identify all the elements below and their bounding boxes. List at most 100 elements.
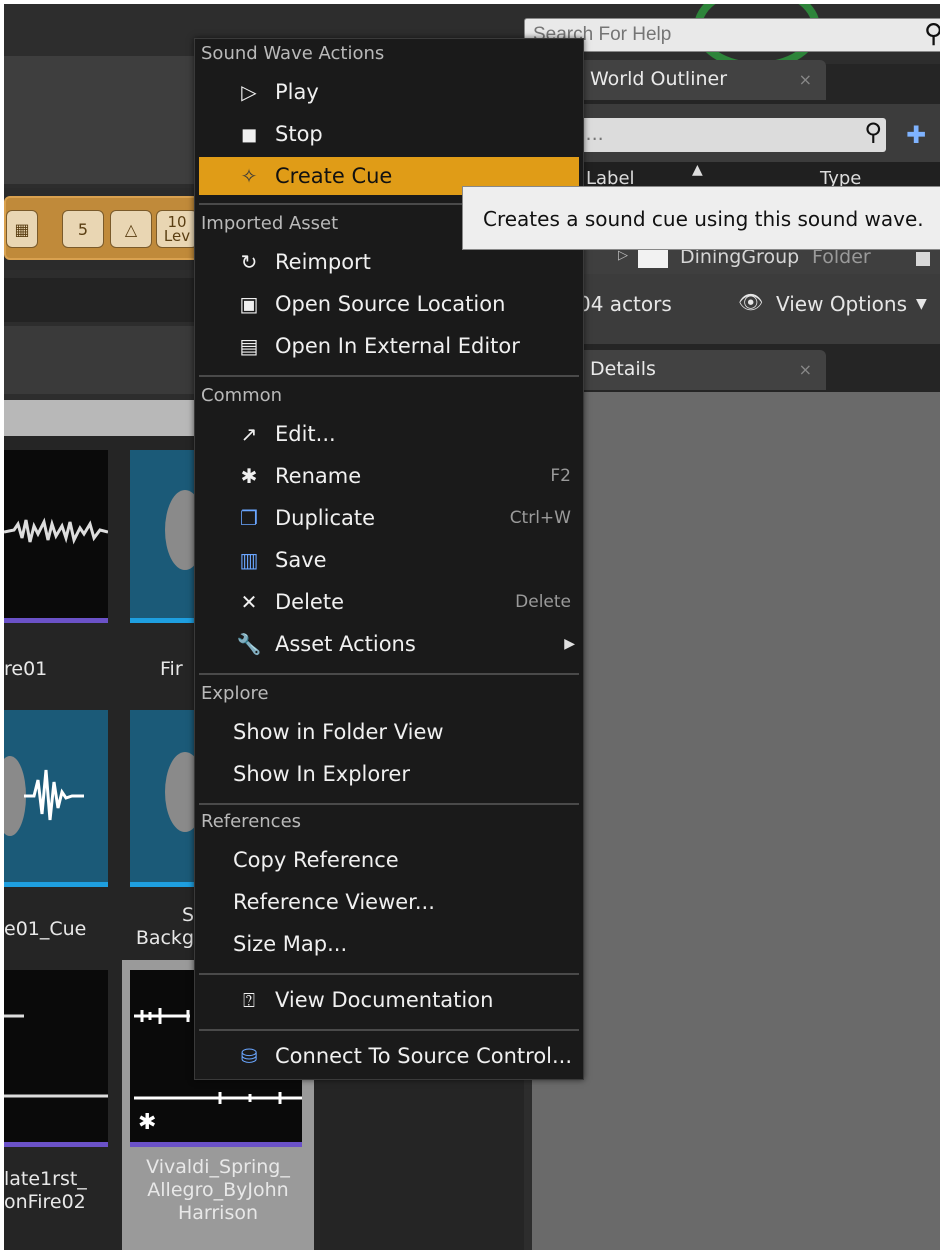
modified-asterisk-icon: ✱ — [138, 1110, 157, 1135]
asset-label: Fir — [160, 658, 183, 680]
menu-item-label: Size Map... — [233, 932, 348, 956]
asset-tile-sound-cue[interactable] — [130, 710, 205, 887]
menu-item-label: Open Source Location — [275, 292, 506, 316]
menu-divider — [199, 973, 579, 975]
help-search-input[interactable] — [531, 22, 915, 48]
outliner-search-box[interactable]: ⚲ — [536, 118, 886, 152]
shortcut-label: Delete — [515, 592, 571, 612]
sound-cue-icon: ✧ — [240, 164, 258, 188]
menu-item-label: Show In Explorer — [233, 762, 410, 786]
edit-icon: ↗ — [240, 422, 258, 446]
menu-item-connect-to-source-control[interactable]: ⛁ Connect To Source Control... — [199, 1037, 579, 1075]
close-icon[interactable]: × — [799, 360, 812, 379]
sort-ascending-icon: ▲ — [692, 162, 703, 178]
visibility-toggle[interactable] — [916, 252, 930, 266]
asset-label: e01_Cue — [4, 918, 87, 940]
menu-item-copy-reference[interactable]: Copy Reference — [199, 841, 579, 879]
shortcut-label: Ctrl+W — [509, 508, 571, 528]
help-icon: ⍰ — [243, 988, 255, 1012]
menu-item-save[interactable]: ▥ Save — [199, 541, 579, 579]
stop-icon: ◼ — [240, 122, 258, 146]
menu-divider — [199, 375, 579, 377]
tab-label: Details — [590, 358, 656, 380]
save-icon: ▥ — [239, 548, 259, 572]
details-panel-body — [532, 392, 940, 1250]
menu-item-show-in-folder-view[interactable]: Show in Folder View — [199, 713, 579, 751]
menu-item-view-documentation[interactable]: ⍰ View Documentation — [199, 981, 579, 1019]
menu-item-open-source-location[interactable]: ▣ Open Source Location — [199, 285, 579, 323]
reimport-icon: ↻ — [240, 250, 258, 274]
section-references: References — [201, 811, 302, 832]
asset-tile-sound-cue[interactable] — [4, 710, 108, 887]
play-icon: ▷ — [241, 80, 257, 104]
menu-item-open-in-external-editor[interactable]: ▤ Open In External Editor — [199, 327, 579, 365]
waveform-icon — [4, 517, 109, 545]
waveform-icon — [4, 1014, 108, 1098]
grid-snap-icon[interactable]: ▦ — [6, 210, 38, 248]
menu-item-label: Save — [275, 548, 327, 572]
menu-item-label: Edit... — [275, 422, 336, 446]
asset-tile-sound-cue[interactable] — [130, 450, 205, 623]
menu-item-label: Reference Viewer... — [233, 890, 435, 914]
section-sound-wave-actions: Sound Wave Actions — [201, 43, 385, 64]
grid-snap-value[interactable]: 5 — [62, 210, 104, 248]
asset-tile-sound-wave[interactable] — [4, 970, 108, 1147]
menu-divider — [199, 673, 579, 675]
close-icon[interactable]: × — [799, 70, 812, 89]
rotation-snap-value[interactable]: 10 Lev — [156, 210, 198, 248]
rotation-snap-icon[interactable]: △ — [110, 210, 152, 248]
asset-tile-sound-wave[interactable] — [4, 450, 109, 623]
menu-item-label: View Documentation — [275, 988, 494, 1012]
tab-details[interactable]: Details × — [578, 350, 826, 390]
menu-item-asset-actions[interactable]: 🔧 Asset Actions ▶ — [199, 625, 579, 663]
asset-label-line: Harrison — [177, 1202, 259, 1224]
menu-item-edit[interactable]: ↗ Edit... — [199, 415, 579, 453]
menu-divider — [199, 803, 579, 805]
create-cue-tooltip: Creates a sound cue using this sound wav… — [462, 186, 940, 250]
asset-label-line: onFire02 — [4, 1191, 86, 1213]
folder-icon — [638, 250, 668, 268]
menu-item-delete[interactable]: ✕ Delete Delete — [199, 583, 579, 621]
menu-item-show-in-explorer[interactable]: Show In Explorer — [199, 755, 579, 793]
chevron-down-icon[interactable]: ▼ — [916, 296, 927, 312]
actor-count: 04 actors — [578, 292, 672, 316]
menu-item-label: Rename — [275, 464, 362, 488]
eye-icon[interactable]: 👁 — [738, 290, 763, 314]
menu-item-label: Show in Folder View — [233, 720, 444, 744]
tab-label: World Outliner — [590, 68, 728, 90]
menu-item-label: Copy Reference — [233, 848, 399, 872]
outliner-column-header: Label ▲ Type — [532, 162, 940, 189]
asset-label-line: late1rst_ — [4, 1168, 87, 1190]
asset-label-line: Backg — [135, 927, 194, 949]
menu-item-duplicate[interactable]: ❐ Duplicate Ctrl+W — [199, 499, 579, 537]
menu-item-rename[interactable]: ✱ Rename F2 — [199, 457, 579, 495]
menu-item-label: Open In External Editor — [275, 334, 520, 358]
menu-divider — [199, 1029, 579, 1031]
menu-item-label: Connect To Source Control... — [275, 1044, 573, 1068]
tab-world-outliner[interactable]: World Outliner × — [578, 60, 826, 100]
wrench-icon: 🔧 — [236, 632, 262, 656]
menu-item-play[interactable]: ▷ Play — [199, 73, 579, 111]
menu-item-label: Asset Actions — [275, 632, 416, 656]
rename-icon: ✱ — [240, 464, 258, 488]
asset-label: late1rst_ onFire02 — [4, 1168, 87, 1214]
menu-item-label: Play — [275, 80, 319, 104]
source-control-icon: ⛁ — [240, 1044, 258, 1068]
duplicate-icon: ❐ — [240, 506, 258, 530]
submenu-arrow-icon: ▶ — [564, 636, 575, 652]
level-label: Lev — [163, 227, 191, 245]
menu-item-stop[interactable]: ◼ Stop — [199, 115, 579, 153]
external-editor-icon: ▤ — [239, 334, 259, 358]
view-options-button[interactable]: View Options — [776, 292, 907, 316]
help-search-box[interactable]: ⚲ — [524, 18, 940, 52]
add-folder-icon[interactable]: ✚ — [896, 118, 936, 152]
waveform-icon — [4, 756, 84, 836]
menu-item-label: Stop — [275, 122, 323, 146]
search-icon[interactable]: ⚲ — [924, 19, 940, 49]
asset-label-line: Allegro_ByJohn — [147, 1179, 289, 1201]
asset-label-line: S — [181, 904, 194, 926]
menu-item-reference-viewer[interactable]: Reference Viewer... — [199, 883, 579, 921]
search-icon[interactable]: ⚲ — [864, 118, 882, 146]
editor-window: ▦ 5 △ 10 Lev re01 Fir e01_Cue S Backg la… — [4, 4, 940, 1250]
menu-item-size-map[interactable]: Size Map... — [199, 925, 579, 963]
